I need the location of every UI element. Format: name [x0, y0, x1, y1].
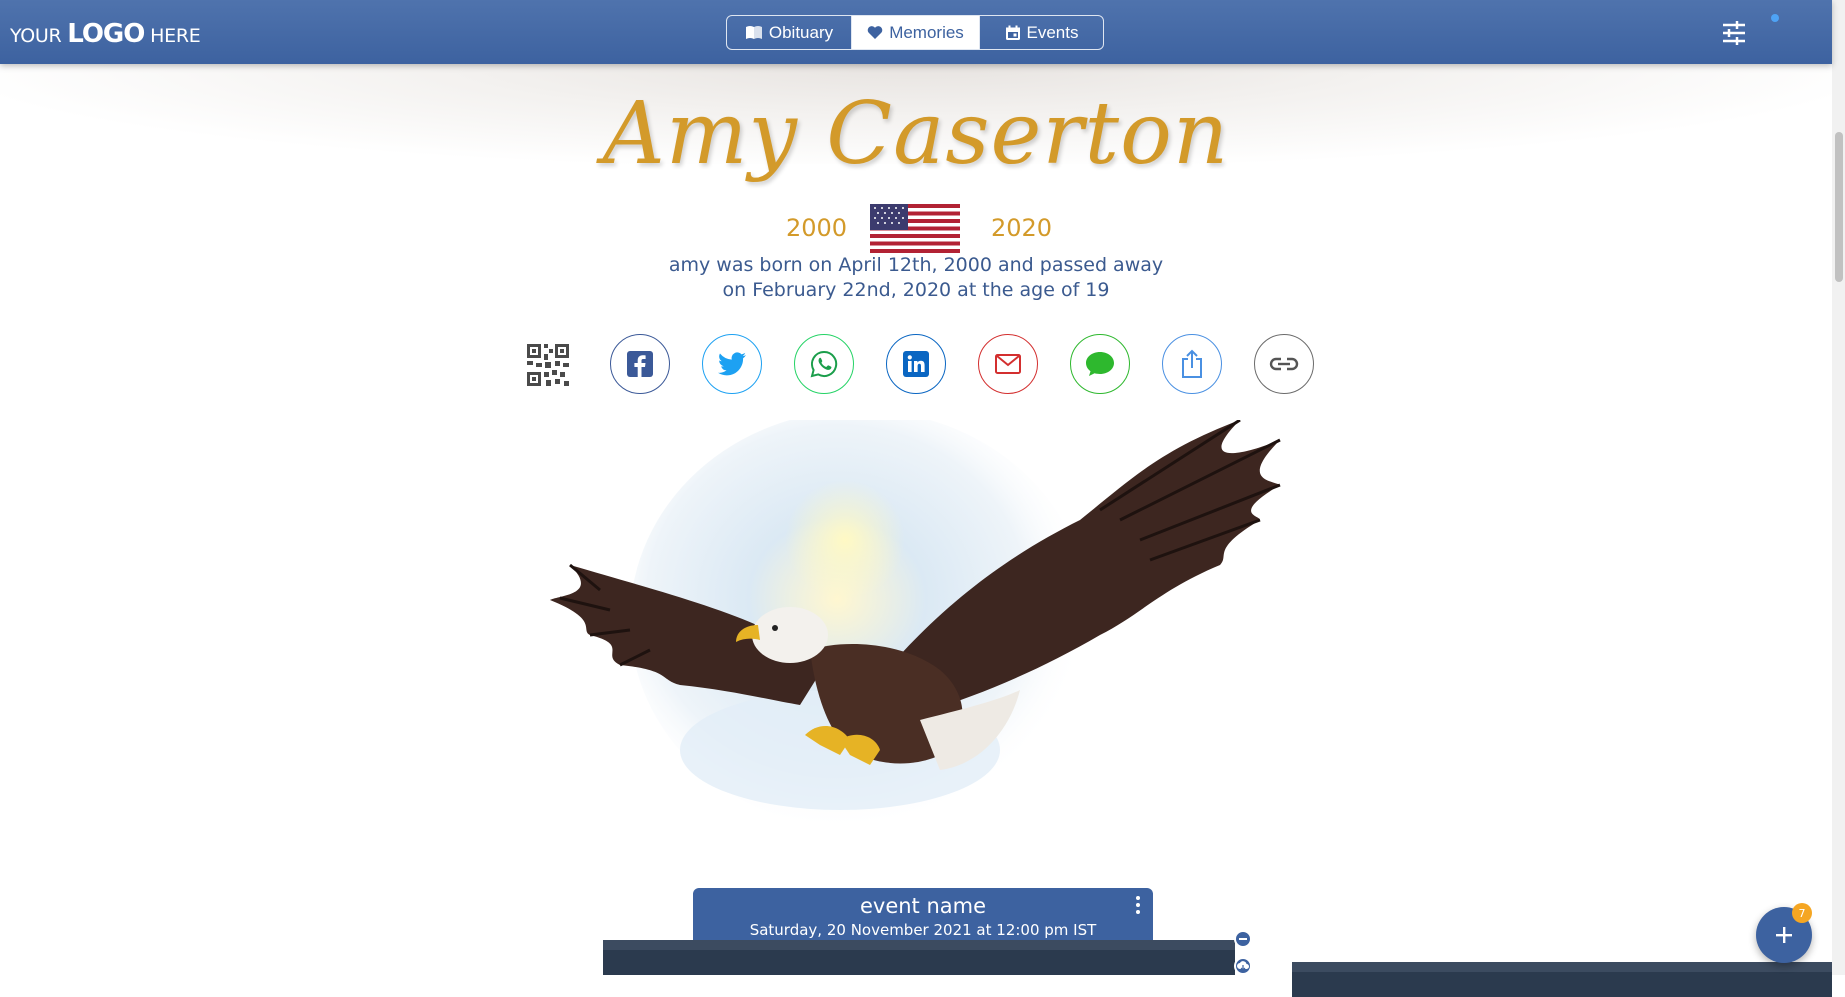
- whatsapp-icon: [810, 350, 838, 378]
- calendar-icon: [1005, 25, 1020, 40]
- share-whatsapp-button[interactable]: [794, 334, 854, 394]
- logo-suffix: HERE: [150, 25, 201, 47]
- linkedin-icon: [903, 351, 929, 377]
- event-date: Saturday, 20 November 2021 at 12:00 pm I…: [749, 921, 1097, 939]
- memory-image-thumbnail-2[interactable]: [1292, 962, 1832, 997]
- share-icon: [1182, 349, 1202, 378]
- event-name: event name: [859, 894, 987, 918]
- share-native-button[interactable]: [1162, 334, 1222, 394]
- notification-dot: [1771, 14, 1779, 22]
- tab-events[interactable]: Events: [980, 16, 1103, 49]
- kebab-menu-icon[interactable]: [1135, 896, 1141, 914]
- link-icon: [1269, 357, 1299, 371]
- share-twitter-button[interactable]: [702, 334, 762, 394]
- share-sms-button[interactable]: [1070, 334, 1130, 394]
- site-logo[interactable]: YOUR LOGO HERE: [10, 19, 201, 49]
- scrollbar-thumb[interactable]: [1835, 132, 1843, 282]
- cloud-download-icon: [1237, 961, 1249, 971]
- eagle-illustration: [550, 420, 1281, 830]
- remove-image-button[interactable]: [1234, 930, 1252, 948]
- logo-prefix: YOUR: [10, 25, 62, 47]
- copy-link-button[interactable]: [1254, 334, 1314, 394]
- logo-brand: LOGO: [67, 19, 145, 49]
- share-linkedin-button[interactable]: [886, 334, 946, 394]
- share-email-button[interactable]: [978, 334, 1038, 394]
- section-tabs: Obituary Memories Events: [726, 15, 1104, 50]
- birth-year: 2000: [786, 214, 848, 242]
- share-facebook-button[interactable]: [610, 334, 670, 394]
- chat-icon: [1086, 352, 1114, 376]
- tab-memories[interactable]: Memories: [852, 16, 980, 49]
- bio-summary: amy was born on April 12th, 2000 and pas…: [668, 254, 1164, 301]
- notification-count-badge: 7: [1792, 903, 1812, 923]
- us-flag-icon: [870, 204, 960, 253]
- qr-code-icon[interactable]: [527, 344, 569, 386]
- sliders-icon[interactable]: [1720, 19, 1748, 47]
- heart-icon: [867, 26, 883, 39]
- download-image-button[interactable]: [1234, 957, 1252, 975]
- top-navigation-bar: YOUR LOGO HERE Obituary Memories Events: [0, 0, 1832, 64]
- tab-obituary[interactable]: Obituary: [727, 16, 852, 49]
- death-year: 2020: [991, 214, 1053, 242]
- mail-icon: [995, 354, 1021, 374]
- twitter-icon: [718, 352, 746, 376]
- book-open-icon: [745, 26, 762, 39]
- event-card[interactable]: event name Saturday, 20 November 2021 at…: [693, 888, 1153, 940]
- deceased-name: Amy Caserton: [602, 84, 1230, 184]
- memory-image-thumbnail[interactable]: [603, 940, 1235, 975]
- tab-events-label: Events: [1026, 22, 1079, 42]
- facebook-icon: [627, 351, 653, 377]
- minus-icon: [1239, 938, 1247, 940]
- tab-memories-label: Memories: [889, 22, 964, 42]
- plus-icon: [1776, 927, 1792, 943]
- tab-obituary-label: Obituary: [768, 22, 834, 42]
